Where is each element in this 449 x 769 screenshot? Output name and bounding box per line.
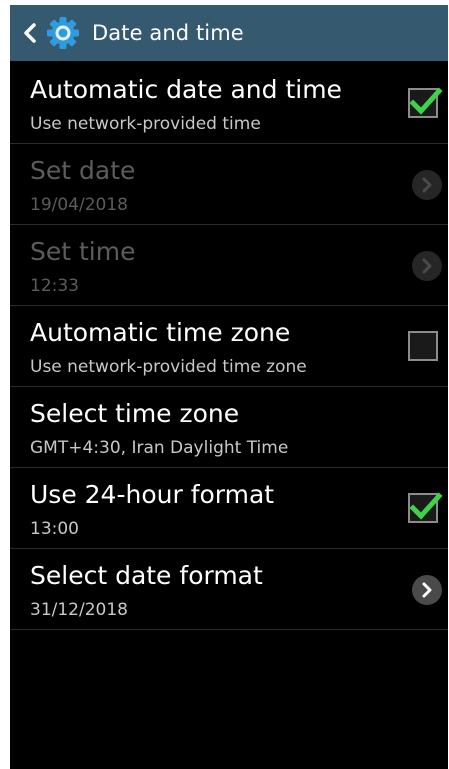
setting-automatic-time-zone[interactable]: Automatic time zone Use network-provided…: [10, 306, 448, 387]
setting-title: Select time zone: [30, 399, 240, 428]
setting-set-date[interactable]: Set date 19/04/2018: [10, 144, 448, 225]
back-chevron-icon: [20, 21, 40, 45]
setting-subtitle: 13:00: [30, 519, 79, 539]
setting-subtitle: 19/04/2018: [30, 195, 128, 215]
chevron-right-icon: [412, 170, 442, 200]
setting-title: Set time: [30, 237, 136, 266]
back-button[interactable]: [10, 5, 80, 61]
setting-title: Select date format: [30, 561, 263, 590]
settings-list: Automatic date and time Use network-prov…: [10, 63, 448, 630]
checkbox-icon[interactable]: [408, 331, 438, 361]
gear-icon: [46, 16, 80, 50]
chevron-right-icon[interactable]: [412, 575, 442, 605]
setting-title: Use 24-hour format: [30, 480, 275, 509]
setting-subtitle: 31/12/2018: [30, 600, 128, 620]
setting-subtitle: 12:33: [30, 276, 79, 296]
setting-24-hour-format[interactable]: Use 24-hour format 13:00: [10, 468, 448, 549]
setting-set-time[interactable]: Set time 12:33: [10, 225, 448, 306]
chevron-right-icon: [412, 251, 442, 281]
setting-subtitle: Use network-provided time: [30, 114, 261, 134]
settings-screen: Date and time Automatic date and time Us…: [10, 5, 448, 769]
setting-subtitle: Use network-provided time zone: [30, 357, 307, 377]
setting-select-date-format[interactable]: Select date format 31/12/2018: [10, 549, 448, 630]
checkbox-icon[interactable]: [408, 492, 443, 523]
setting-title: Set date: [30, 156, 136, 185]
setting-title: Automatic date and time: [30, 75, 342, 104]
action-bar: Date and time: [10, 5, 448, 61]
setting-subtitle: GMT+4:30, Iran Daylight Time: [30, 438, 289, 458]
page-title: Date and time: [92, 21, 244, 45]
setting-automatic-date-time[interactable]: Automatic date and time Use network-prov…: [10, 63, 448, 144]
setting-select-time-zone[interactable]: Select time zone GMT+4:30, Iran Daylight…: [10, 387, 448, 468]
setting-title: Automatic time zone: [30, 318, 291, 347]
checkbox-icon[interactable]: [408, 87, 443, 118]
